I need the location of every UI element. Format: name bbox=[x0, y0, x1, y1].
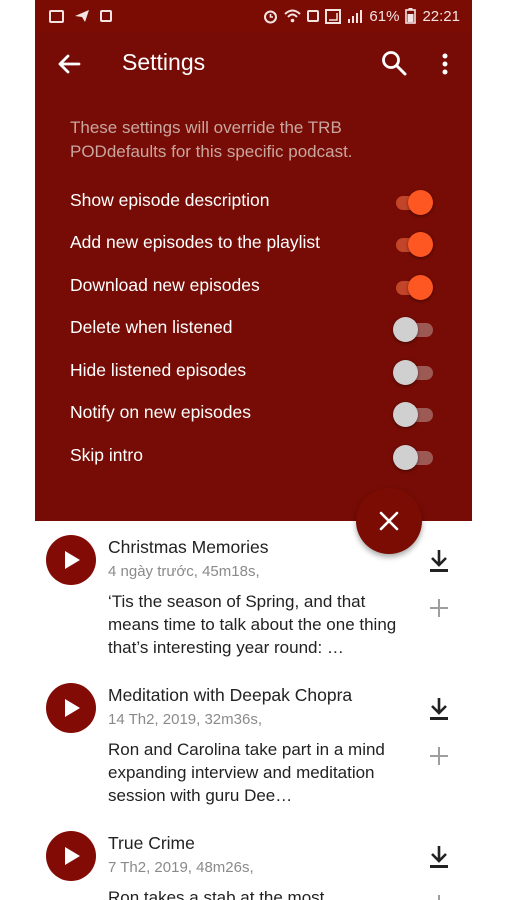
download-icon[interactable] bbox=[427, 548, 451, 574]
play-button[interactable] bbox=[46, 683, 96, 733]
toggle-switch[interactable] bbox=[393, 358, 437, 388]
setting-label: Add new episodes to the playlist bbox=[70, 232, 321, 252]
add-icon[interactable] bbox=[428, 597, 450, 619]
toggle-switch[interactable] bbox=[393, 315, 437, 345]
wifi-icon bbox=[284, 9, 302, 23]
setting-label: Hide listened episodes bbox=[70, 360, 247, 380]
download-icon[interactable] bbox=[427, 696, 451, 722]
arrow-left-icon[interactable] bbox=[55, 50, 83, 78]
toggle-switch[interactable] bbox=[393, 230, 437, 260]
episode-title: Meditation with Deepak Chopra bbox=[108, 685, 353, 705]
add-icon[interactable] bbox=[428, 893, 450, 900]
episode-description: Ron takes a stab at the most bbox=[108, 888, 325, 900]
setting-row-notify-new[interactable]: Notify on new episodes bbox=[35, 394, 472, 436]
page-title: Settings bbox=[122, 49, 206, 75]
alarm-icon bbox=[264, 10, 278, 23]
setting-label: Delete when listened bbox=[70, 317, 233, 337]
setting-row-delete-when-listened[interactable]: Delete when listened bbox=[35, 309, 472, 351]
search-icon[interactable] bbox=[380, 49, 408, 77]
toggle-switch[interactable] bbox=[393, 443, 437, 473]
setting-row-download-new[interactable]: Download new episodes bbox=[35, 267, 472, 309]
episode-meta: 4 ngày trước, 45m18s, bbox=[108, 563, 260, 580]
play-icon bbox=[65, 699, 80, 717]
setting-label: Notify on new episodes bbox=[70, 402, 251, 422]
setting-row-skip-intro[interactable]: Skip intro bbox=[35, 437, 472, 479]
setting-label: Download new episodes bbox=[70, 275, 260, 295]
setting-row-show-description[interactable]: Show episode description bbox=[35, 182, 472, 224]
play-button[interactable] bbox=[46, 535, 96, 585]
battery-icon bbox=[405, 8, 417, 24]
add-icon[interactable] bbox=[428, 745, 450, 767]
send-icon bbox=[75, 10, 89, 22]
more-vert-icon[interactable] bbox=[435, 50, 455, 78]
setting-label: Show episode description bbox=[70, 190, 270, 210]
toggle-switch[interactable] bbox=[393, 400, 437, 430]
close-icon bbox=[379, 511, 399, 531]
phone-screen: 61% 22:21 Settings These settings will o… bbox=[35, 0, 472, 900]
play-icon bbox=[65, 847, 80, 865]
episode-meta: 14 Th2, 2019, 32m36s, bbox=[108, 711, 262, 728]
tablet-icon bbox=[100, 10, 112, 22]
episode-title: True Crime bbox=[108, 833, 195, 853]
settings-panel: Settings These settings will override th… bbox=[35, 32, 472, 521]
setting-row-hide-listened[interactable]: Hide listened episodes bbox=[35, 352, 472, 394]
battery-percent: 61% bbox=[369, 7, 400, 25]
episode-title: Christmas Memories bbox=[108, 537, 269, 557]
episode-description: Ron and Carolina take part in a mind exp… bbox=[108, 740, 385, 805]
setting-label: Skip intro bbox=[70, 445, 143, 465]
play-button[interactable] bbox=[46, 831, 96, 881]
gallery-icon bbox=[49, 9, 64, 23]
play-icon bbox=[65, 551, 80, 569]
toggle-switch[interactable] bbox=[393, 188, 437, 218]
clock: 22:21 bbox=[422, 7, 460, 25]
setting-row-add-to-playlist[interactable]: Add new episodes to the playlist bbox=[35, 224, 472, 266]
settings-intro-text: These settings will override the TRB POD… bbox=[70, 118, 353, 161]
download-icon[interactable] bbox=[427, 844, 451, 870]
sim-card-icon bbox=[325, 8, 342, 24]
sim-icon bbox=[307, 10, 320, 22]
signal-icon bbox=[348, 10, 363, 23]
close-button[interactable] bbox=[356, 488, 422, 554]
episode-meta: 7 Th2, 2019, 48m26s, bbox=[108, 859, 254, 876]
status-bar: 61% 22:21 bbox=[35, 0, 472, 32]
app-bar: Settings bbox=[35, 32, 472, 96]
toggle-switch[interactable] bbox=[393, 273, 437, 303]
episode-description: ‘Tis the season of Spring, and that mean… bbox=[108, 592, 397, 657]
